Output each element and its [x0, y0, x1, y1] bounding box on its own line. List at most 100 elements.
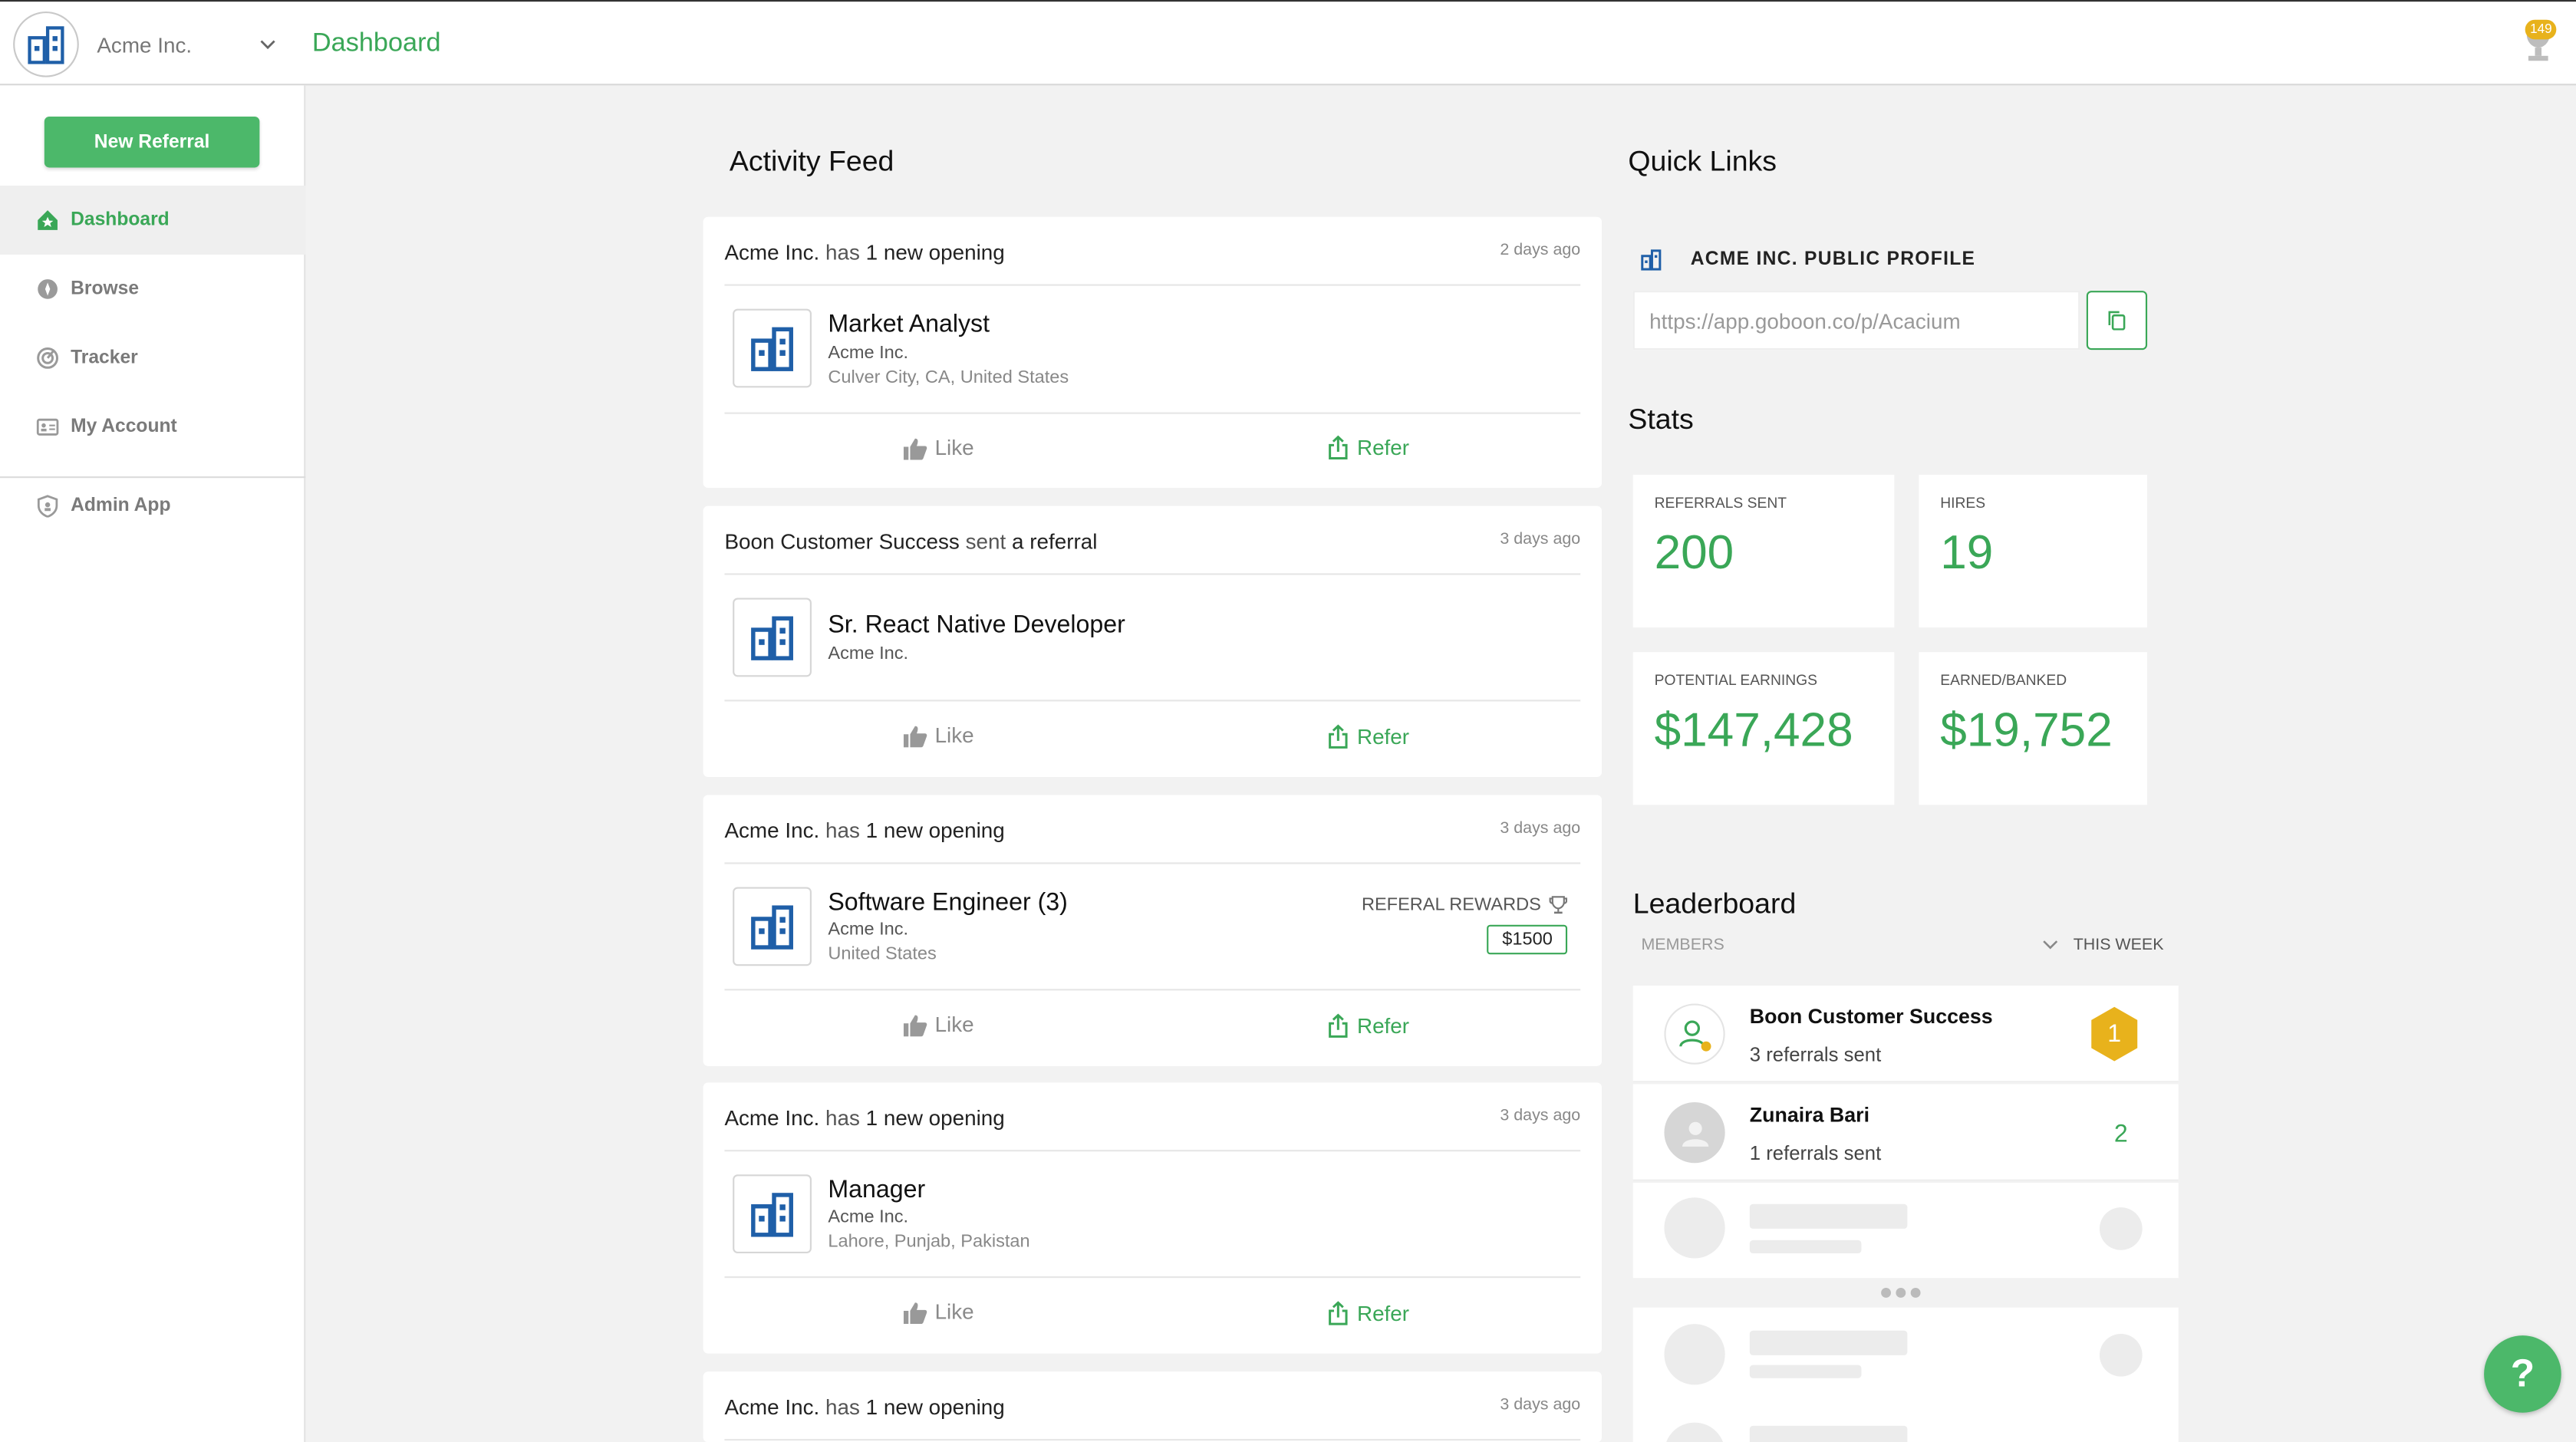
- job-company: Acme Inc.: [828, 343, 909, 364]
- leaderboard-row[interactable]: Boon Customer Success 3 referrals sent 1: [1632, 985, 2179, 1083]
- job-title[interactable]: Market Analyst: [828, 311, 990, 338]
- feed-time: 3 days ago: [1500, 1396, 1581, 1414]
- org-logo-icon[interactable]: [13, 11, 79, 77]
- feed-actor[interactable]: Acme Inc.: [724, 1394, 819, 1419]
- feed-verb: has: [825, 239, 860, 265]
- feed-card-header: Acme Inc. has 1 new opening: [724, 240, 1004, 265]
- feed-actor[interactable]: Boon Customer Success: [724, 529, 959, 554]
- leaderboard-title: Leaderboard: [1632, 887, 1797, 920]
- feed-actor[interactable]: Acme Inc.: [724, 818, 819, 843]
- job-company: Acme Inc.: [828, 1207, 909, 1227]
- chevron-down-icon[interactable]: [258, 35, 278, 54]
- like-button[interactable]: Like: [903, 723, 974, 748]
- stats-title: Stats: [1628, 402, 1694, 436]
- stat-hires: HIRES 19: [1919, 474, 2148, 628]
- company-logo-icon[interactable]: [733, 598, 812, 677]
- leaderboard-row[interactable]: Zunaira Bari 1 referrals sent 2: [1632, 1084, 2179, 1181]
- refer-button[interactable]: Refer: [1327, 724, 1409, 749]
- stat-value: 200: [1654, 527, 1734, 580]
- feed-card: Acme Inc. has 1 new opening 3 days ago M…: [703, 1082, 1603, 1354]
- divider: [724, 284, 1581, 286]
- job-title[interactable]: Sr. React Native Developer: [828, 611, 1125, 639]
- like-label: Like: [934, 1299, 974, 1325]
- feed-card: Boon Customer Success sent a referral 3 …: [703, 505, 1603, 777]
- feed-verb: has: [825, 1394, 860, 1420]
- divider: [724, 700, 1581, 702]
- stat-earned-banked: EARNED/BANKED $19,752: [1919, 652, 2148, 805]
- skeleton-rank: [2099, 1207, 2143, 1250]
- refer-button[interactable]: Refer: [1327, 1301, 1409, 1325]
- sidebar-item-tracker[interactable]: Tracker: [0, 324, 305, 393]
- feed-card-header: Acme Inc. has 1 new opening: [724, 818, 1004, 843]
- job-title[interactable]: Manager: [828, 1176, 925, 1203]
- feed-object: 1 new opening: [865, 239, 1005, 265]
- skeleton-line: [1749, 1330, 1908, 1355]
- sidebar-item-label: Browse: [71, 279, 140, 299]
- divider: [724, 862, 1581, 864]
- feed-verb: has: [825, 818, 860, 843]
- divider: [724, 1439, 1581, 1441]
- skeleton-avatar: [1664, 1197, 1725, 1259]
- top-bar: Acme Inc. Dashboard 149: [0, 0, 2576, 86]
- sidebar-item-my-account[interactable]: My Account: [0, 393, 305, 462]
- user-add-icon: [1664, 1003, 1725, 1065]
- stat-potential-earnings: POTENTIAL EARNINGS $147,428: [1632, 652, 1895, 805]
- stat-label: HIRES: [1940, 494, 1986, 512]
- sidebar-item-browse[interactable]: Browse: [0, 255, 305, 324]
- like-label: Like: [934, 723, 974, 748]
- public-profile-url-field[interactable]: https://app.goboon.co/p/Acacium: [1632, 291, 2080, 351]
- refer-label: Refer: [1356, 724, 1410, 749]
- trophy-icon: [1549, 896, 1568, 914]
- skeleton-avatar: [1664, 1324, 1725, 1385]
- sidebar-item-label: Tracker: [71, 348, 138, 368]
- rank-badge: 1: [2088, 1006, 2141, 1063]
- feed-actor[interactable]: Acme Inc.: [724, 240, 819, 265]
- thumbs-up-icon: [903, 725, 927, 747]
- new-referral-button[interactable]: New Referral: [44, 117, 260, 168]
- period-select[interactable]: THIS WEEK: [2074, 937, 2164, 955]
- skeleton-line: [1749, 1240, 1862, 1254]
- org-switcher-label[interactable]: Acme Inc.: [97, 33, 192, 58]
- like-button[interactable]: Like: [903, 1012, 974, 1036]
- radar-icon: [37, 347, 59, 369]
- notification-badge[interactable]: 149: [2525, 19, 2558, 40]
- feed-object: 1 new opening: [865, 1394, 1005, 1420]
- stat-label: EARNED/BANKED: [1940, 671, 2067, 689]
- sidebar-item-label: Dashboard: [71, 210, 170, 230]
- company-logo-icon[interactable]: [733, 887, 812, 966]
- like-button[interactable]: Like: [903, 436, 974, 460]
- refer-button[interactable]: Refer: [1327, 436, 1409, 460]
- activity-feed-title: Activity Feed: [729, 144, 894, 178]
- stat-label: REFERRALS SENT: [1654, 494, 1787, 512]
- job-company: Acme Inc.: [828, 644, 909, 664]
- chevron-down-icon[interactable]: [2042, 938, 2058, 951]
- skeleton-rank: [2099, 1333, 2143, 1377]
- page-title: Dashboard: [311, 29, 441, 58]
- feed-verb: has: [825, 1105, 860, 1131]
- id-card-icon: [36, 418, 59, 436]
- company-logo-icon[interactable]: [733, 1174, 812, 1254]
- job-location: United States: [828, 944, 937, 965]
- job-location: Culver City, CA, United States: [828, 367, 1069, 388]
- feed-actor[interactable]: Acme Inc.: [724, 1105, 819, 1130]
- sidebar-item-dashboard[interactable]: Dashboard: [0, 186, 306, 255]
- share-icon: [1329, 435, 1348, 460]
- like-button[interactable]: Like: [903, 1299, 974, 1325]
- more-indicator[interactable]: [1881, 1288, 1925, 1298]
- refer-label: Refer: [1356, 1013, 1410, 1039]
- sidebar: New Referral Dashboard Browse Tracker My…: [0, 85, 306, 1442]
- skeleton-line: [1749, 1425, 1908, 1442]
- job-company: Acme Inc.: [828, 920, 909, 940]
- sidebar-item-admin-app[interactable]: Admin App: [0, 472, 305, 541]
- public-profile-label: ACME INC. PUBLIC PROFILE: [1690, 249, 1976, 270]
- feed-card: Acme Inc. has 1 new opening 3 days ago S…: [703, 795, 1603, 1066]
- company-logo-icon[interactable]: [733, 308, 812, 388]
- refer-label: Refer: [1356, 435, 1410, 460]
- copy-link-button[interactable]: [2086, 291, 2148, 351]
- help-button[interactable]: ?: [2484, 1335, 2561, 1413]
- feed-card-header: Acme Inc. has 1 new opening: [724, 1105, 1004, 1130]
- refer-button[interactable]: Refer: [1327, 1013, 1409, 1038]
- stat-value: $19,752: [1940, 704, 2113, 758]
- shield-icon: [37, 495, 58, 518]
- job-title[interactable]: Software Engineer (3): [828, 889, 1067, 917]
